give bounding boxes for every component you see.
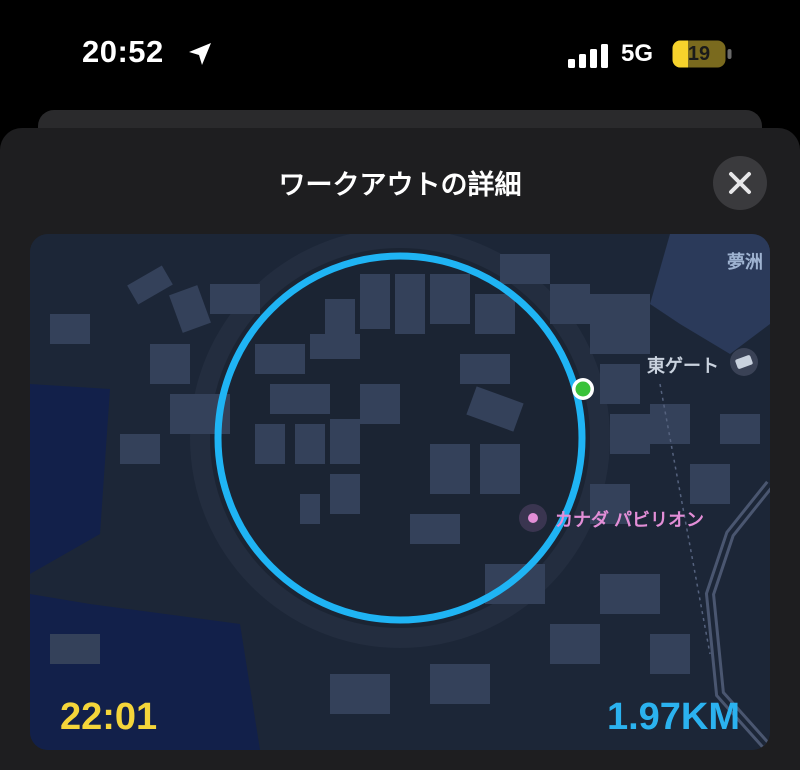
close-button[interactable] <box>713 156 767 210</box>
status-time: 20:52 <box>82 34 164 69</box>
location-arrow-icon <box>189 43 211 65</box>
workout-duration: 22:01 <box>60 696 158 738</box>
map-canvas <box>30 234 770 750</box>
map-label-yumeshima: 夢洲 <box>727 252 763 272</box>
battery-level: 19 <box>687 43 711 65</box>
map-label-canada-pavilion[interactable]: カナダ パビリオン <box>555 506 704 532</box>
network-type: 5G <box>621 40 654 67</box>
map-label-east-gate[interactable]: 東ゲート <box>647 352 719 378</box>
workout-distance: 1.97KM <box>606 696 740 738</box>
sheet-title: ワークアウトの詳細 <box>278 170 522 200</box>
close-icon <box>729 172 751 194</box>
cellular-signal-icon <box>568 44 608 68</box>
workout-route-map[interactable]: 夢洲 東ゲート カナダ パビリオン 22:01 1.97KM <box>30 234 770 750</box>
